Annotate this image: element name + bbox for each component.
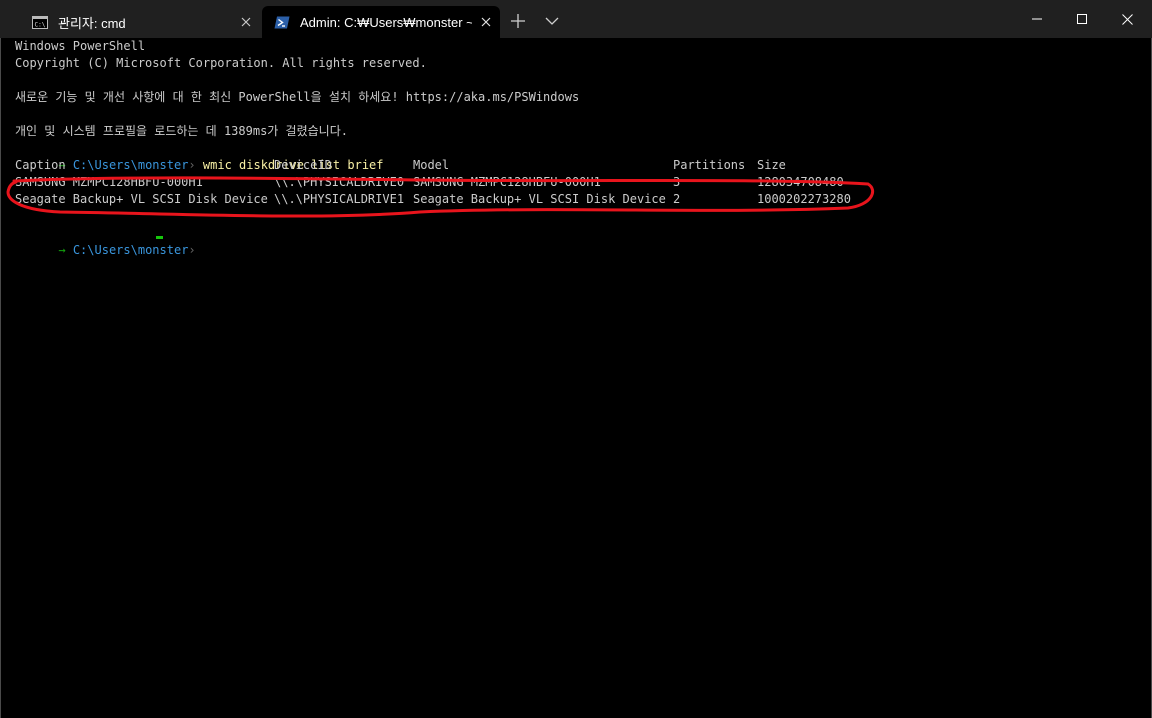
table-header-row: Caption DeviceID Model Partitions Size [15, 157, 1115, 174]
close-icon [241, 17, 251, 27]
cell-partitions: 2 [673, 192, 681, 206]
prompt-symbol: › [188, 243, 196, 257]
table-row: SAMSUNG MZMPC128HBFU-000H1 \\.\PHYSICALD… [15, 174, 1115, 191]
tab-cmd[interactable]: C:\ 관리자: cmd [20, 6, 260, 38]
cell-model: Seagate Backup+ VL SCSI Disk Device [413, 192, 666, 206]
header-caption: Caption [15, 158, 66, 172]
cell-model: SAMSUNG MZMPC128HBFU-000H1 [413, 175, 601, 189]
prompt-arrow: → [58, 243, 66, 257]
header-device-id: DeviceID [274, 158, 332, 172]
svg-text:C:\: C:\ [35, 21, 46, 28]
tab-close-button[interactable] [232, 8, 260, 36]
cmd-icon: C:\ [32, 15, 48, 29]
cell-partitions: 3 [673, 175, 681, 189]
prompt-line: → C:\Users\monster› wmic diskdrive list … [15, 140, 383, 172]
profile-load-line: 개인 및 시스템 프로필을 로드하는 데 1389ms가 걸렸습니다. [15, 124, 348, 138]
banner-line: Windows PowerShell [15, 39, 146, 53]
minimize-button[interactable] [1014, 0, 1060, 38]
dropdown-button[interactable] [536, 6, 568, 36]
close-icon [481, 17, 491, 27]
tab-powershell[interactable]: Admin: C:₩Users₩monster ~ P [262, 6, 500, 38]
new-tab-button[interactable] [502, 6, 534, 36]
text-cursor [156, 236, 163, 239]
terminal-window: C:\ 관리자: cmd Admin: C:₩Users₩monster ~ P [0, 0, 1152, 718]
powershell-icon [274, 16, 290, 28]
cell-caption: SAMSUNG MZMPC128HBFU-000H1 [15, 175, 203, 189]
cell-size: 128034708480 [757, 175, 844, 189]
tab-close-button[interactable] [472, 8, 500, 36]
tab-title: 관리자: cmd [58, 15, 126, 31]
update-notice-line: 새로운 기능 및 개선 사항에 대 한 최신 PowerShell을 설치 하세… [15, 90, 580, 104]
copyright-line: Copyright (C) Microsoft Corporation. All… [15, 56, 427, 70]
minimize-icon [1032, 18, 1042, 20]
close-window-button[interactable] [1104, 0, 1150, 38]
terminal-area[interactable]: Windows PowerShell Copyright (C) Microso… [0, 38, 1152, 718]
header-model: Model [413, 158, 450, 172]
scrollbar[interactable] [1139, 38, 1151, 718]
table-row: Seagate Backup+ VL SCSI Disk Device \\.\… [15, 191, 1115, 208]
maximize-button[interactable] [1059, 0, 1105, 38]
cell-size: 1000202273280 [757, 192, 851, 206]
cell-device-id: \\.\PHYSICALDRIVE1 [274, 192, 405, 206]
maximize-icon [1077, 14, 1087, 24]
cell-device-id: \\.\PHYSICALDRIVE0 [274, 175, 405, 189]
chevron-down-icon [545, 17, 559, 25]
prompt-path: C:\Users\monster [72, 243, 189, 257]
header-partitions: Partitions [673, 158, 746, 172]
tab-title: Admin: C:₩Users₩monster ~ P [300, 14, 472, 30]
plus-icon [511, 14, 525, 28]
tab-bar: C:\ 관리자: cmd Admin: C:₩Users₩monster ~ P [0, 0, 1152, 38]
cell-caption: Seagate Backup+ VL SCSI Disk Device [15, 192, 268, 206]
header-size: Size [757, 158, 786, 172]
prompt-line: → C:\Users\monster› [15, 225, 195, 257]
close-icon [1121, 13, 1133, 25]
